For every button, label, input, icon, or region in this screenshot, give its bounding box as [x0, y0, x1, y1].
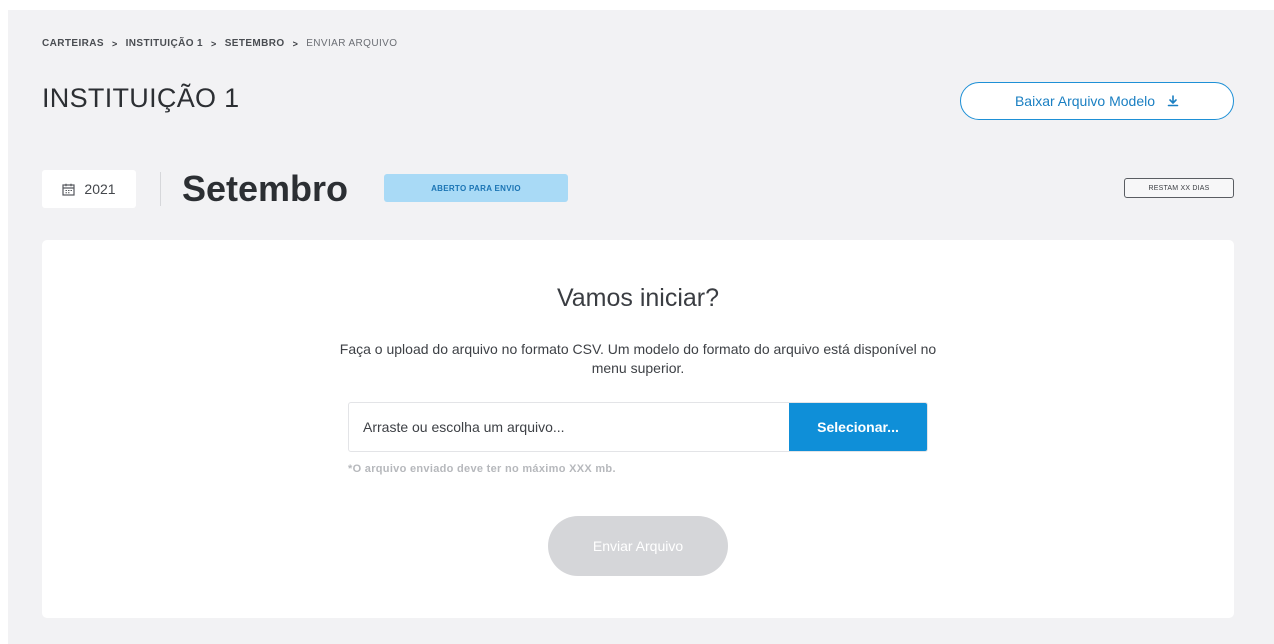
breadcrumb-separator-icon: > — [111, 38, 118, 49]
month-title: Setembro — [182, 168, 349, 209]
divider — [160, 172, 161, 206]
days-remaining-badge: RESTAM XX DIAS — [1124, 178, 1234, 198]
page-title: INSTITUIÇÃO 1 — [42, 83, 240, 113]
year-label: 2021 — [84, 181, 116, 197]
select-file-button[interactable]: Selecionar... — [789, 403, 927, 451]
breadcrumb: CARTEIRAS > INSTITUIÇÃO 1 > SETEMBRO > E… — [42, 38, 397, 49]
send-file-button[interactable]: Enviar Arquivo — [548, 516, 728, 576]
calendar-icon — [62, 183, 76, 196]
breadcrumb-item-carteiras[interactable]: CARTEIRAS — [42, 38, 104, 49]
download-template-button[interactable]: Baixar Arquivo Modelo — [960, 82, 1234, 120]
upload-description: Faça o upload do arquivo no formato CSV.… — [339, 341, 937, 376]
breadcrumb-current: ENVIAR ARQUIVO — [306, 38, 398, 49]
breadcrumb-item-instituicao[interactable]: INSTITUIÇÃO 1 — [126, 38, 203, 49]
file-size-hint: *O arquivo enviado deve ter no máximo XX… — [348, 463, 616, 475]
file-drop-input[interactable]: Arraste ou escolha um arquivo... Selecio… — [348, 402, 928, 452]
breadcrumb-separator-icon: > — [292, 38, 299, 49]
page-background: CARTEIRAS > INSTITUIÇÃO 1 > SETEMBRO > E… — [8, 10, 1274, 644]
breadcrumb-item-setembro[interactable]: SETEMBRO — [225, 38, 285, 49]
download-template-label: Baixar Arquivo Modelo — [1014, 93, 1156, 109]
upload-title: Vamos iniciar? — [556, 284, 720, 312]
status-badge: ABERTO PARA ENVIO — [384, 174, 568, 202]
breadcrumb-separator-icon: > — [211, 38, 217, 49]
upload-card: Vamos iniciar? Faça o upload do arquivo … — [42, 240, 1234, 618]
file-input-placeholder: Arraste ou escolha um arquivo... — [363, 419, 565, 435]
year-selector[interactable]: 2021 — [42, 170, 136, 208]
download-icon — [1167, 95, 1179, 107]
